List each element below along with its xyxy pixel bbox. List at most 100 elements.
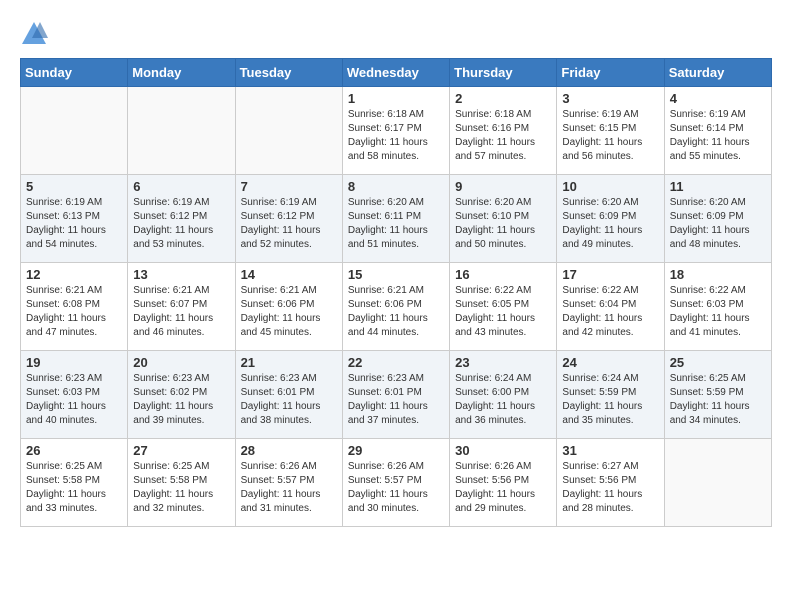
- week-row-5: 26 Sunrise: 6:25 AM Sunset: 5:58 PM Dayli…: [21, 439, 772, 527]
- calendar-cell: 19 Sunrise: 6:23 AM Sunset: 6:03 PM Dayli…: [21, 351, 128, 439]
- day-number: 5: [26, 179, 122, 194]
- day-info: Sunrise: 6:18 AM Sunset: 6:16 PM Dayligh…: [455, 108, 551, 164]
- day-number: 31: [562, 443, 658, 458]
- calendar-cell: 5 Sunrise: 6:19 AM Sunset: 6:13 PM Daylig…: [21, 175, 128, 263]
- calendar-cell: 24Sunrise: 6:24 AM Sunset: 5:59 PM Dayli…: [557, 351, 664, 439]
- calendar-cell: 2 Sunrise: 6:18 AM Sunset: 6:16 PM Daylig…: [450, 87, 557, 175]
- day-info: Sunrise: 6:23 AM Sunset: 6:02 PM Dayligh…: [133, 372, 229, 428]
- day-info: Sunrise: 6:23 AM Sunset: 6:01 PM Dayligh…: [241, 372, 337, 428]
- calendar-cell: 15 Sunrise: 6:21 AM Sunset: 6:06 PM Dayli…: [342, 263, 449, 351]
- calendar-cell: 25 Sunrise: 6:25 AM Sunset: 5:59 PM Dayli…: [664, 351, 771, 439]
- calendar-cell: 31 Sunrise: 6:27 AM Sunset: 5:56 PM Dayli…: [557, 439, 664, 527]
- day-info: Sunrise: 6:19 AM Sunset: 6:15 PM Dayligh…: [562, 108, 658, 164]
- day-info: Sunrise: 6:19 AM Sunset: 6:12 PM Dayligh…: [133, 196, 229, 252]
- day-info: Sunrise: 6:19 AM Sunset: 6:13 PM Dayligh…: [26, 196, 122, 252]
- day-info: Sunrise: 6:26 AM Sunset: 5:57 PM Dayligh…: [241, 460, 337, 516]
- day-info: Sunrise: 6:25 AM Sunset: 5:58 PM Dayligh…: [26, 460, 122, 516]
- calendar-cell: 14 Sunrise: 6:21 AM Sunset: 6:06 PM Dayli…: [235, 263, 342, 351]
- day-info: Sunrise: 6:22 AM Sunset: 6:04 PM Dayligh…: [562, 284, 658, 340]
- day-info: Sunrise: 6:26 AM Sunset: 5:56 PM Dayligh…: [455, 460, 551, 516]
- calendar-cell: 7Sunrise: 6:19 AM Sunset: 6:12 PM Daylig…: [235, 175, 342, 263]
- day-info: Sunrise: 6:21 AM Sunset: 6:08 PM Dayligh…: [26, 284, 122, 340]
- calendar-cell: 28 Sunrise: 6:26 AM Sunset: 5:57 PM Dayli…: [235, 439, 342, 527]
- day-number: 2: [455, 91, 551, 106]
- day-number: 10: [562, 179, 658, 194]
- calendar-cell: 18 Sunrise: 6:22 AM Sunset: 6:03 PM Dayli…: [664, 263, 771, 351]
- day-info: Sunrise: 6:19 AM Sunset: 6:14 PM Dayligh…: [670, 108, 766, 164]
- weekday-header-saturday: Saturday: [664, 59, 771, 87]
- week-row-2: 5 Sunrise: 6:19 AM Sunset: 6:13 PM Daylig…: [21, 175, 772, 263]
- calendar-cell: 17 Sunrise: 6:22 AM Sunset: 6:04 PM Dayli…: [557, 263, 664, 351]
- day-number: 6: [133, 179, 229, 194]
- day-number: 24: [562, 355, 658, 370]
- day-number: 25: [670, 355, 766, 370]
- calendar-cell: [235, 87, 342, 175]
- day-number: 14: [241, 267, 337, 282]
- day-number: 22: [348, 355, 444, 370]
- day-number: 12: [26, 267, 122, 282]
- page-header: [20, 20, 772, 48]
- calendar-cell: 13 Sunrise: 6:21 AM Sunset: 6:07 PM Dayli…: [128, 263, 235, 351]
- day-info: Sunrise: 6:24 AM Sunset: 6:00 PM Dayligh…: [455, 372, 551, 428]
- weekday-header-row: SundayMondayTuesdayWednesdayThursdayFrid…: [21, 59, 772, 87]
- day-number: 3: [562, 91, 658, 106]
- day-info: Sunrise: 6:21 AM Sunset: 6:07 PM Dayligh…: [133, 284, 229, 340]
- calendar-cell: 23 Sunrise: 6:24 AM Sunset: 6:00 PM Dayli…: [450, 351, 557, 439]
- day-number: 9: [455, 179, 551, 194]
- day-number: 19: [26, 355, 122, 370]
- day-info: Sunrise: 6:21 AM Sunset: 6:06 PM Dayligh…: [241, 284, 337, 340]
- logo: [20, 20, 52, 48]
- day-info: Sunrise: 6:26 AM Sunset: 5:57 PM Dayligh…: [348, 460, 444, 516]
- calendar-cell: 27Sunrise: 6:25 AM Sunset: 5:58 PM Dayli…: [128, 439, 235, 527]
- weekday-header-tuesday: Tuesday: [235, 59, 342, 87]
- day-info: Sunrise: 6:22 AM Sunset: 6:05 PM Dayligh…: [455, 284, 551, 340]
- weekday-header-thursday: Thursday: [450, 59, 557, 87]
- day-info: Sunrise: 6:20 AM Sunset: 6:11 PM Dayligh…: [348, 196, 444, 252]
- day-number: 13: [133, 267, 229, 282]
- calendar-cell: 6 Sunrise: 6:19 AM Sunset: 6:12 PM Daylig…: [128, 175, 235, 263]
- weekday-header-friday: Friday: [557, 59, 664, 87]
- day-info: Sunrise: 6:21 AM Sunset: 6:06 PM Dayligh…: [348, 284, 444, 340]
- calendar-cell: [21, 87, 128, 175]
- calendar-cell: [664, 439, 771, 527]
- calendar-cell: 9 Sunrise: 6:20 AM Sunset: 6:10 PM Daylig…: [450, 175, 557, 263]
- day-number: 1: [348, 91, 444, 106]
- day-info: Sunrise: 6:22 AM Sunset: 6:03 PM Dayligh…: [670, 284, 766, 340]
- calendar-cell: 22Sunrise: 6:23 AM Sunset: 6:01 PM Dayli…: [342, 351, 449, 439]
- day-number: 11: [670, 179, 766, 194]
- weekday-header-monday: Monday: [128, 59, 235, 87]
- day-info: Sunrise: 6:19 AM Sunset: 6:12 PM Dayligh…: [241, 196, 337, 252]
- day-info: Sunrise: 6:27 AM Sunset: 5:56 PM Dayligh…: [562, 460, 658, 516]
- day-info: Sunrise: 6:20 AM Sunset: 6:10 PM Dayligh…: [455, 196, 551, 252]
- day-number: 8: [348, 179, 444, 194]
- weekday-header-sunday: Sunday: [21, 59, 128, 87]
- day-info: Sunrise: 6:25 AM Sunset: 5:59 PM Dayligh…: [670, 372, 766, 428]
- calendar-cell: 11Sunrise: 6:20 AM Sunset: 6:09 PM Dayli…: [664, 175, 771, 263]
- calendar-cell: 30Sunrise: 6:26 AM Sunset: 5:56 PM Dayli…: [450, 439, 557, 527]
- day-number: 18: [670, 267, 766, 282]
- calendar-cell: 12 Sunrise: 6:21 AM Sunset: 6:08 PM Dayli…: [21, 263, 128, 351]
- calendar-cell: 8 Sunrise: 6:20 AM Sunset: 6:11 PM Daylig…: [342, 175, 449, 263]
- day-number: 21: [241, 355, 337, 370]
- calendar-cell: 29 Sunrise: 6:26 AM Sunset: 5:57 PM Dayli…: [342, 439, 449, 527]
- logo-icon: [20, 20, 48, 48]
- calendar-cell: 21 Sunrise: 6:23 AM Sunset: 6:01 PM Dayli…: [235, 351, 342, 439]
- day-number: 29: [348, 443, 444, 458]
- day-number: 17: [562, 267, 658, 282]
- day-number: 26: [26, 443, 122, 458]
- calendar-cell: 4 Sunrise: 6:19 AM Sunset: 6:14 PM Daylig…: [664, 87, 771, 175]
- day-number: 4: [670, 91, 766, 106]
- calendar-table: SundayMondayTuesdayWednesdayThursdayFrid…: [20, 58, 772, 527]
- day-number: 23: [455, 355, 551, 370]
- week-row-3: 12 Sunrise: 6:21 AM Sunset: 6:08 PM Dayli…: [21, 263, 772, 351]
- day-number: 15: [348, 267, 444, 282]
- day-number: 27: [133, 443, 229, 458]
- day-info: Sunrise: 6:23 AM Sunset: 6:03 PM Dayligh…: [26, 372, 122, 428]
- calendar-cell: [128, 87, 235, 175]
- calendar-cell: 10Sunrise: 6:20 AM Sunset: 6:09 PM Dayli…: [557, 175, 664, 263]
- calendar-cell: 1 Sunrise: 6:18 AM Sunset: 6:17 PM Daylig…: [342, 87, 449, 175]
- day-info: Sunrise: 6:18 AM Sunset: 6:17 PM Dayligh…: [348, 108, 444, 164]
- calendar-cell: 3 Sunrise: 6:19 AM Sunset: 6:15 PM Daylig…: [557, 87, 664, 175]
- day-number: 28: [241, 443, 337, 458]
- calendar-cell: 26 Sunrise: 6:25 AM Sunset: 5:58 PM Dayli…: [21, 439, 128, 527]
